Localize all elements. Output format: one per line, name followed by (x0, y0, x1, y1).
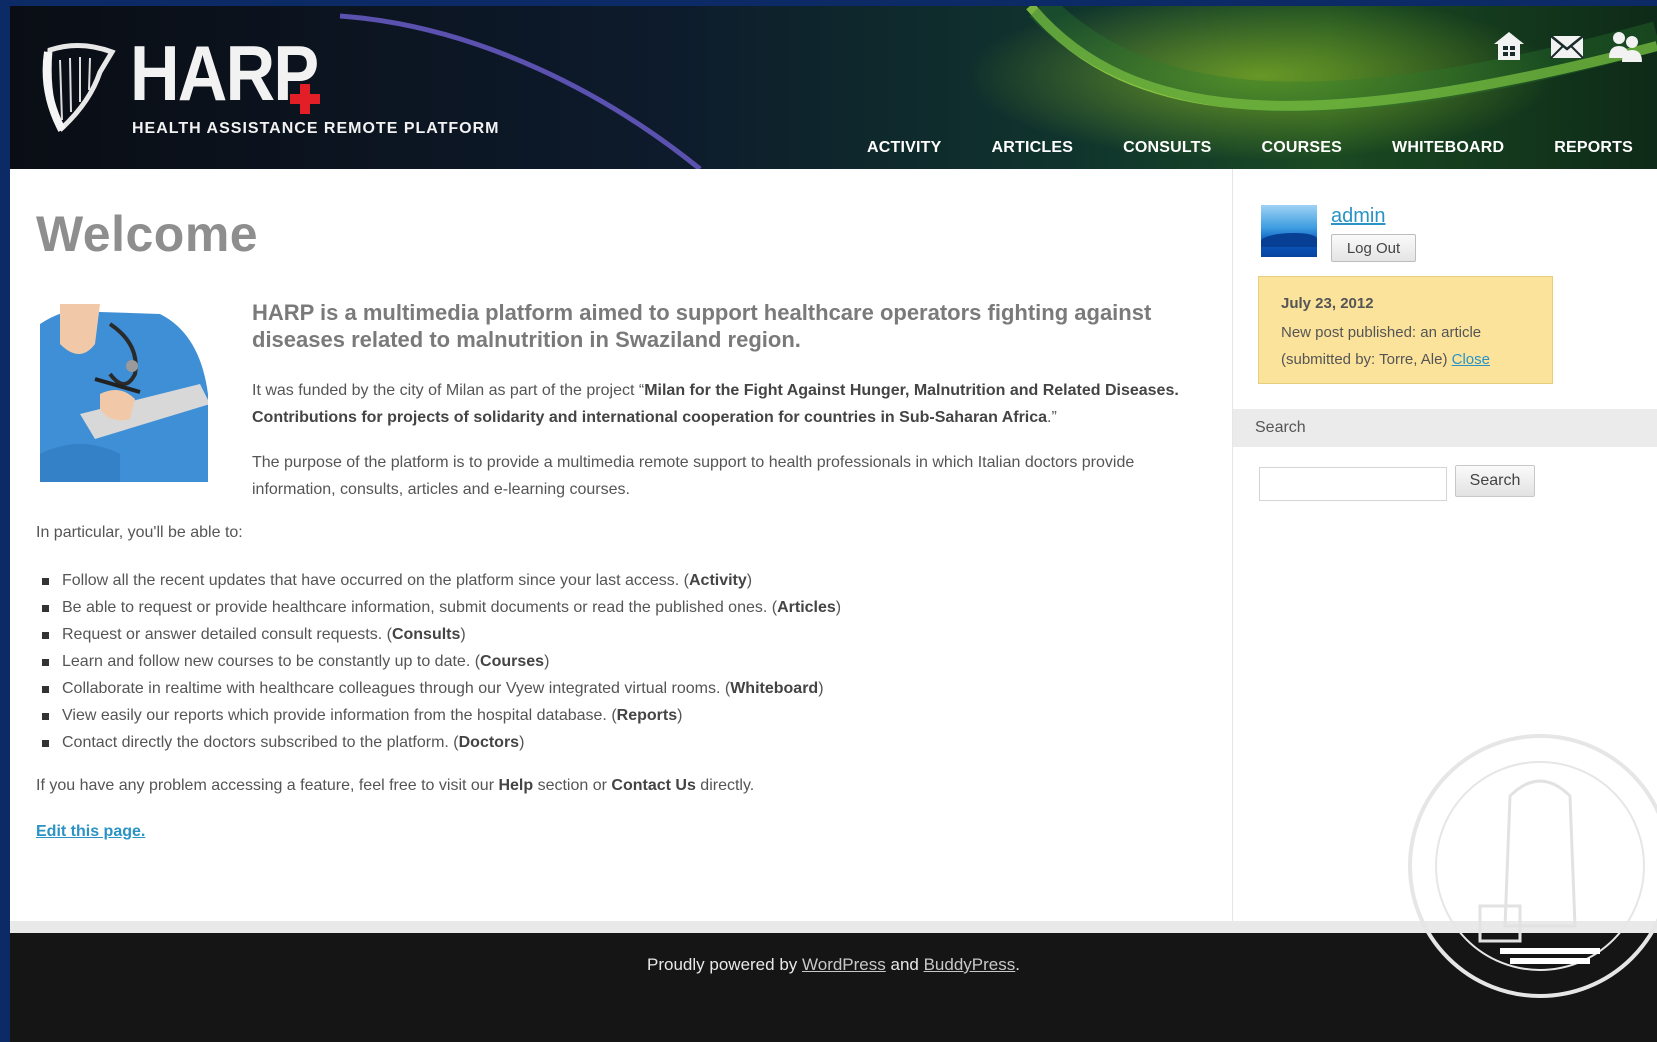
header-icons (1491, 28, 1643, 64)
feature-name: Articles (777, 599, 836, 616)
feature-text: Be able to request or provide healthcare… (62, 599, 778, 616)
search-button[interactable]: Search (1455, 465, 1535, 497)
list-item: Request or answer detailed consult reque… (40, 621, 841, 648)
footer-and: and (885, 955, 924, 974)
users-icon[interactable] (1607, 28, 1643, 64)
funding-prefix: It was funded by the city of Milan as pa… (252, 382, 645, 399)
page-title: Welcome (36, 206, 259, 262)
edit-page-link[interactable]: Edit this page. (36, 823, 145, 841)
feature-name: Reports (616, 707, 678, 724)
list-item: Follow all the recent updates that have … (40, 567, 841, 594)
purpose-paragraph: The purpose of the platform is to provid… (252, 454, 1135, 498)
harp-logo-icon (42, 42, 116, 132)
feature-end: ) (544, 653, 550, 670)
home-icon[interactable] (1491, 28, 1527, 64)
page-frame: HARP HEALTH ASSISTANCE REMOTE PLATFORM A… (10, 6, 1657, 1042)
main-nav: ACTIVITY ARTICLES CONSULTS COURSES WHITE… (817, 139, 1633, 157)
feature-end: ) (818, 680, 824, 697)
list-item: Be able to request or provide healthcare… (40, 594, 841, 621)
help-text-2: section or (533, 777, 612, 794)
feature-text: Follow all the recent updates that have … (62, 572, 689, 589)
notification-box: July 23, 2012 New post published: an art… (1258, 276, 1553, 384)
funding-paragraph: It was funded by the city of Milan as pa… (252, 377, 1222, 431)
notice-close-link[interactable]: Close (1452, 351, 1490, 368)
feature-end: ) (677, 707, 683, 724)
nav-activity[interactable]: ACTIVITY (867, 139, 942, 157)
logout-button[interactable]: Log Out (1331, 234, 1416, 262)
site-header: HARP HEALTH ASSISTANCE REMOTE PLATFORM A… (10, 6, 1657, 169)
help-text-1: If you have any problem accessing a feat… (36, 777, 499, 794)
feature-text: Contact directly the doctors subscribed … (62, 734, 459, 751)
wordpress-link[interactable]: WordPress (802, 955, 886, 974)
feature-name: Activity (688, 572, 747, 589)
notice-text: New post published: an article (submitte… (1281, 319, 1541, 373)
nav-courses[interactable]: COURSES (1262, 139, 1343, 157)
feature-end: ) (835, 599, 842, 616)
buddypress-link[interactable]: BuddyPress (924, 955, 1016, 974)
contact-us-word: Contact Us (611, 777, 696, 794)
footer-prefix: Proudly powered by (647, 955, 802, 974)
list-item: Learn and follow new courses to be const… (40, 648, 841, 675)
feature-text: Learn and follow new courses to be const… (62, 653, 481, 670)
feature-end: ) (460, 626, 466, 643)
main-content: Welcome HARP is a multimedia platform ai… (10, 169, 1233, 921)
feature-text: Collaborate in realtime with healthcare … (62, 680, 731, 697)
username-link[interactable]: admin (1331, 205, 1385, 228)
help-text-3: directly. (695, 777, 755, 794)
feature-name: Whiteboard (730, 680, 819, 697)
search-heading: Search (1233, 409, 1657, 447)
features-list: Follow all the recent updates that have … (40, 567, 841, 756)
nav-reports[interactable]: REPORTS (1554, 139, 1633, 157)
avatar[interactable] (1261, 205, 1317, 257)
nav-consults[interactable]: CONSULTS (1123, 139, 1211, 157)
nav-articles[interactable]: ARTICLES (991, 139, 1073, 157)
feature-text: Request or answer detailed consult reque… (62, 626, 392, 643)
list-item: Collaborate in realtime with healthcare … (40, 675, 841, 702)
funding-suffix: .” (1047, 409, 1057, 426)
search-input[interactable] (1259, 467, 1447, 501)
feature-text: View easily our reports which provide in… (62, 707, 617, 724)
logo-cross-icon (290, 84, 320, 114)
nurse-image (40, 304, 208, 482)
help-paragraph: If you have any problem accessing a feat… (36, 777, 754, 795)
footer-suffix: . (1015, 955, 1020, 974)
logo-subtitle: HEALTH ASSISTANCE REMOTE PLATFORM (132, 120, 500, 137)
list-item: View easily our reports which provide in… (40, 702, 841, 729)
feature-name: Consults (391, 626, 461, 643)
list-item: Contact directly the doctors subscribed … (40, 729, 841, 756)
search-heading-label: Search (1255, 419, 1306, 436)
help-word: Help (498, 777, 534, 794)
feature-end: ) (746, 572, 753, 589)
mail-icon[interactable] (1549, 28, 1585, 64)
feature-name: Doctors (458, 734, 520, 751)
feature-end: ) (519, 734, 525, 751)
nav-whiteboard[interactable]: WHITEBOARD (1392, 139, 1504, 157)
lead-text: HARP is a multimedia platform aimed to s… (252, 300, 1152, 352)
notice-date: July 23, 2012 (1281, 295, 1374, 312)
university-seal-watermark (1408, 734, 1657, 998)
feature-name: Courses (480, 653, 545, 670)
features-intro: In particular, you'll be able to: (36, 524, 243, 541)
